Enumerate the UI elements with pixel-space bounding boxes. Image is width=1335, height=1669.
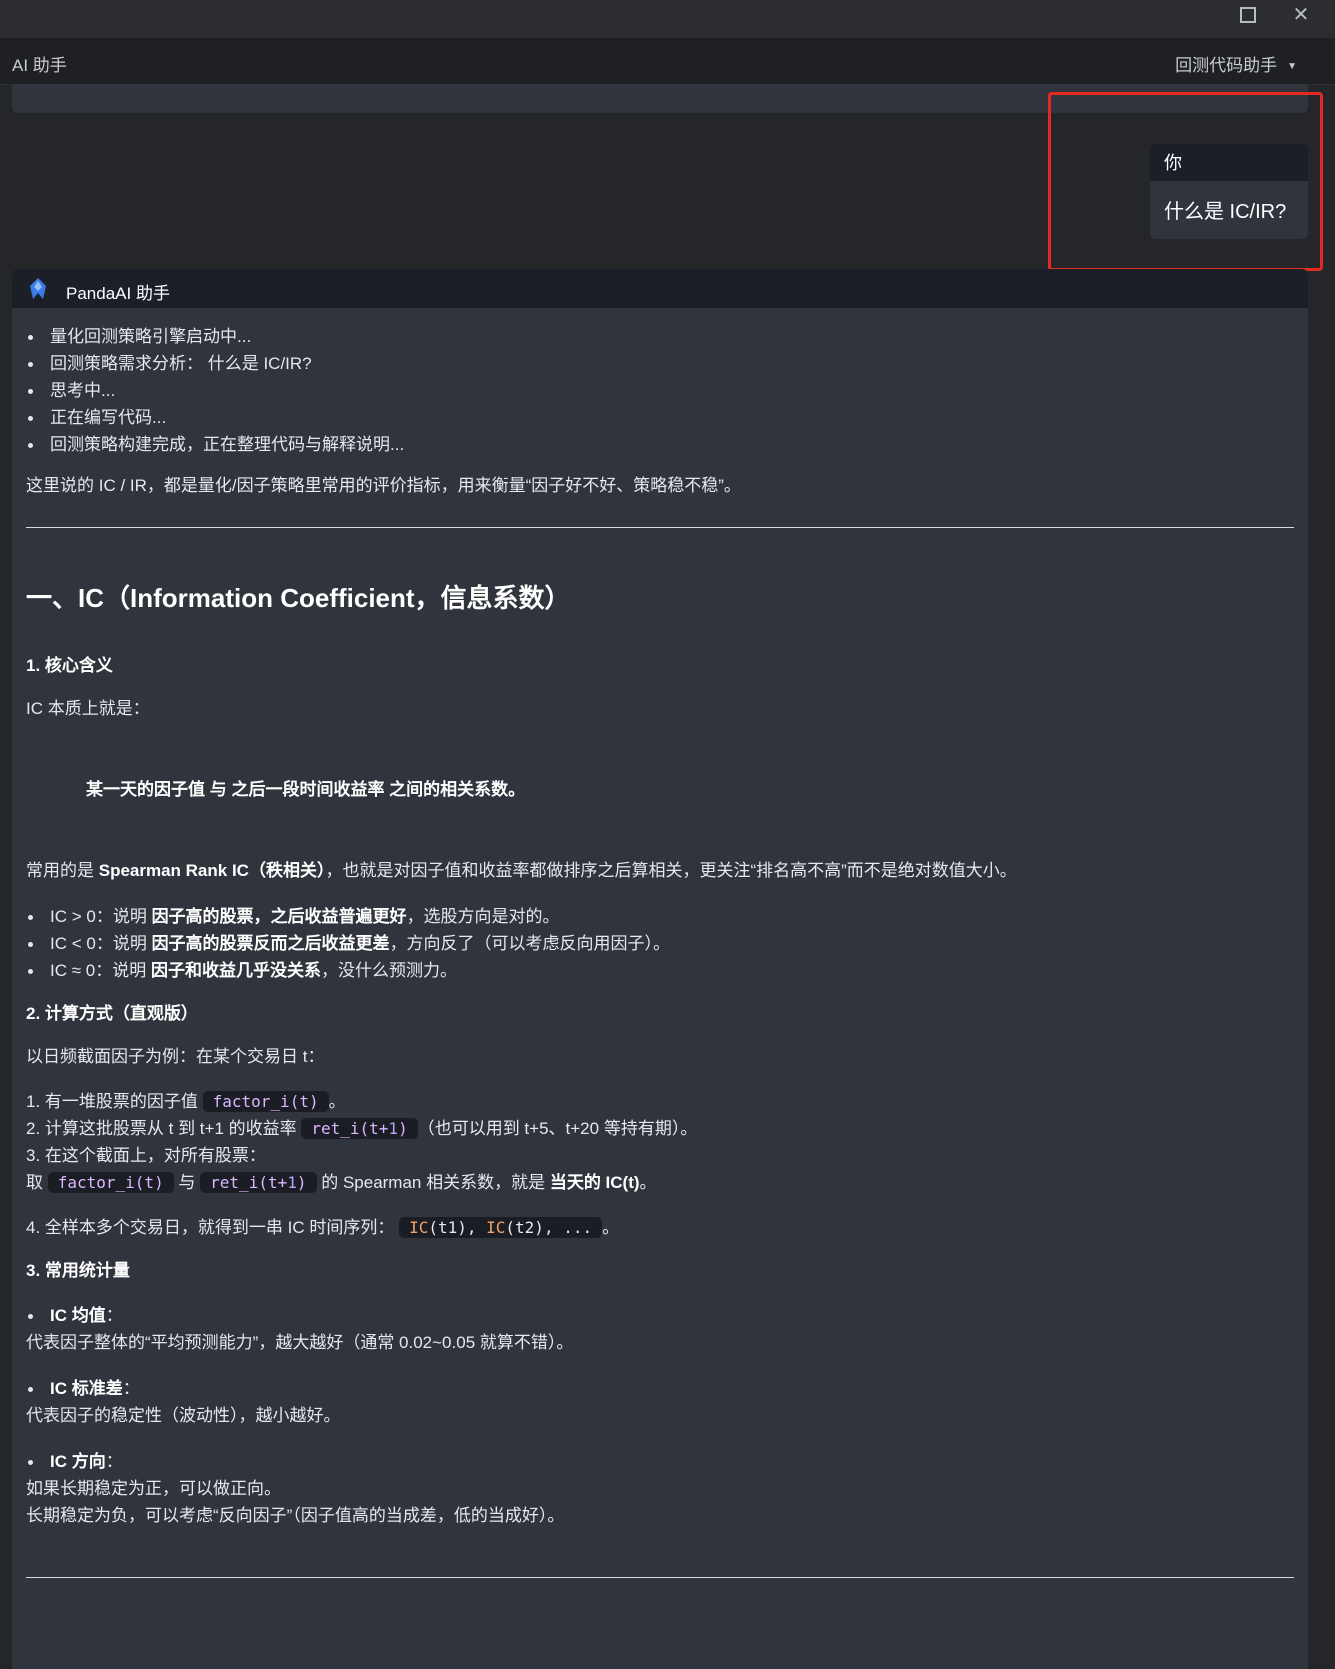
stats-list: IC 方向： — [26, 1448, 1294, 1475]
code-function: IC — [486, 1218, 506, 1237]
list-item: IC 标准差： — [26, 1375, 1294, 1402]
text: ，选股方向是对的。 — [406, 907, 560, 926]
text: （也可以用到 t+5、t+20 等持有期）。 — [417, 1119, 698, 1138]
code-text: ret_i(t+ — [311, 1119, 389, 1138]
paragraph: 长期稳定为负，可以考虑“反向因子”（因子值高的当成差，低的当成好）。 — [26, 1506, 565, 1525]
list-item: 思考中... — [26, 377, 1294, 404]
code-text: ret_i(t+ — [210, 1173, 288, 1192]
text: ： — [105, 1452, 123, 1471]
code-number: 1 — [287, 1173, 297, 1192]
bold-text: IC 标准差 — [50, 1379, 123, 1398]
text: 4. 全样本多个交易日，就得到一串 IC 时间序列： — [26, 1218, 400, 1237]
text: ： — [105, 1306, 123, 1325]
inline-code: ret_i(t+1) — [301, 1118, 418, 1139]
bold-text: Spearman Rank IC（秩相关） — [98, 861, 326, 880]
text: 2. 计算这批股票从 t 到 t+1 的收益率 — [26, 1119, 302, 1138]
inline-code: IC(t1), IC(t2), ... — [399, 1217, 603, 1238]
text: 的 Spearman 相关系数，就是 — [316, 1173, 550, 1192]
bold-text: IC 方向 — [50, 1452, 106, 1471]
text: 与 — [173, 1173, 201, 1192]
list-item: 3. 在这个截面上，对所有股票： — [26, 1146, 266, 1165]
assistant-selector-label: 回测代码助手 — [1175, 56, 1278, 75]
list-item: IC 均值： — [26, 1302, 1294, 1329]
spearman-paragraph: 常用的是 Spearman Rank IC（秩相关），也就是对因子值和收益率都做… — [26, 857, 1294, 884]
divider — [26, 1577, 1294, 1578]
list-item: 正在编写代码... — [26, 404, 1294, 431]
text: 。 — [328, 1092, 346, 1111]
code-function: IC — [409, 1218, 429, 1237]
close-icon: ✕ — [1292, 4, 1310, 26]
highlight-annotation-box — [1048, 92, 1323, 271]
text: 取 — [26, 1173, 48, 1192]
text: ，也就是对因子值和收益率都做排序之后算相关，更关注“排名高不高”而不是绝对数值大… — [325, 861, 1017, 880]
list-item: IC 方向： — [26, 1448, 1294, 1475]
code-text: (t2), ... — [505, 1218, 593, 1237]
pandaai-logo-icon — [30, 278, 46, 299]
section-heading: 一、IC（Information Coefficient，信息系数） — [26, 583, 571, 613]
list-item: IC > 0：说明 因子高的股票，之后收益普遍更好，选股方向是对的。 — [26, 903, 1294, 930]
text: ，方向反了（可以考虑反向用因子）。 — [389, 934, 671, 953]
inline-code: factor_i(t) — [47, 1172, 174, 1193]
list-item: 1. 有一堆股票的因子值 factor_i(t)。 — [26, 1088, 1294, 1115]
stats-list: IC 均值： — [26, 1302, 1294, 1329]
status-list: 量化回测策略引擎启动中... 回测策略需求分析： 什么是 IC/IR? 思考中.… — [26, 323, 1294, 458]
list-item: IC < 0：说明 因子高的股票反而之后收益更差，方向反了（可以考虑反向用因子）… — [26, 930, 1294, 957]
code-text: (t1), — [428, 1218, 487, 1237]
ic-cases-list: IC > 0：说明 因子高的股票，之后收益普遍更好，选股方向是对的。 IC < … — [26, 903, 1294, 984]
paragraph: 代表因子整体的“平均预测能力”，越大越好（通常 0.02~0.05 就算不错）。 — [26, 1333, 574, 1352]
assistant-selector[interactable]: 回测代码助手 ▼ — [1175, 51, 1297, 76]
code-number: 1 — [388, 1119, 399, 1138]
text: ： — [122, 1379, 140, 1398]
window-titlebar: ✕ — [0, 0, 1335, 38]
code-text: ) — [398, 1119, 408, 1138]
ai-message: PandaAI 助手 量化回测策略引擎启动中... 回测策略需求分析： 什么是 … — [12, 269, 1308, 1669]
steps-list: 1. 有一堆股票的因子值 factor_i(t)。 2. 计算这批股票从 t 到… — [26, 1088, 1294, 1241]
inline-code: ret_i(t+1) — [200, 1172, 317, 1193]
text: 。 — [602, 1218, 620, 1237]
app-title: AI 助手 — [12, 56, 67, 75]
bold-text: IC 均值 — [50, 1306, 106, 1325]
list-item: IC ≈ 0：说明 因子和收益几乎没关系，没什么预测力。 — [26, 957, 1294, 984]
text: 1. 有一堆股票的因子值 — [26, 1092, 203, 1111]
text: ，没什么预测力。 — [320, 961, 457, 980]
text: IC ≈ 0：说明 — [50, 961, 151, 980]
bold-text: 当天的 IC(t) — [549, 1173, 640, 1192]
divider — [26, 527, 1294, 528]
inline-code: factor_i(t) — [202, 1091, 329, 1112]
paragraph: 以日频截面因子为例：在某个交易日 t： — [26, 1047, 325, 1066]
subheading: 2. 计算方式（直观版） — [26, 1004, 198, 1023]
subheading: 1. 核心含义 — [26, 656, 113, 675]
text: 。 — [639, 1173, 657, 1192]
bold-text: 因子高的股票反而之后收益更差 — [151, 934, 390, 953]
code-text: ) — [296, 1173, 307, 1192]
list-item: 回测策略构建完成，正在整理代码与解释说明... — [26, 431, 1294, 458]
text: 常用的是 — [26, 861, 99, 880]
ai-message-body: 量化回测策略引擎启动中... 回测策略需求分析： 什么是 IC/IR? 思考中.… — [12, 323, 1308, 1578]
ai-sender-name: PandaAI 助手 — [66, 284, 170, 303]
text: IC > 0：说明 — [50, 907, 152, 926]
app-header: AI 助手 回测代码助手 ▼ — [0, 38, 1335, 85]
maximize-button[interactable] — [1235, 2, 1261, 28]
list-item-continuation: 取 factor_i(t) 与 ret_i(t+1) 的 Spearman 相关… — [26, 1169, 1294, 1196]
stats-list: IC 标准差： — [26, 1375, 1294, 1402]
paragraph: IC 本质上就是： — [26, 699, 150, 718]
list-item: 量化回测策略引擎启动中... — [26, 323, 1294, 350]
maximize-icon — [1240, 7, 1256, 23]
list-item: 回测策略需求分析： 什么是 IC/IR? — [26, 350, 1294, 377]
intro-paragraph: 这里说的 IC / IR，都是量化/因子策略里常用的评价指标，用来衡量“因子好不… — [26, 476, 741, 495]
paragraph: 代表因子的稳定性（波动性），越小越好。 — [26, 1406, 341, 1425]
close-button[interactable]: ✕ — [1288, 2, 1314, 28]
bold-text: 因子和收益几乎没关系 — [150, 961, 321, 980]
bold-text: 因子高的股票，之后收益普遍更好 — [151, 907, 407, 926]
chevron-down-icon: ▼ — [1287, 61, 1297, 72]
text: IC < 0：说明 — [50, 934, 152, 953]
blockquote: 某一天的因子值 与 之后一段时间收益率 之间的相关系数。 — [86, 780, 526, 799]
subheading: 3. 常用统计量 — [26, 1261, 130, 1280]
list-item: 4. 全样本多个交易日，就得到一串 IC 时间序列： IC(t1), IC(t2… — [26, 1214, 1294, 1241]
ai-message-header: PandaAI 助手 — [12, 269, 1308, 308]
list-item: 2. 计算这批股票从 t 到 t+1 的收益率 ret_i(t+1) （也可以用到… — [26, 1115, 1294, 1142]
paragraph: 如果长期稳定为正，可以做正向。 — [26, 1479, 281, 1498]
